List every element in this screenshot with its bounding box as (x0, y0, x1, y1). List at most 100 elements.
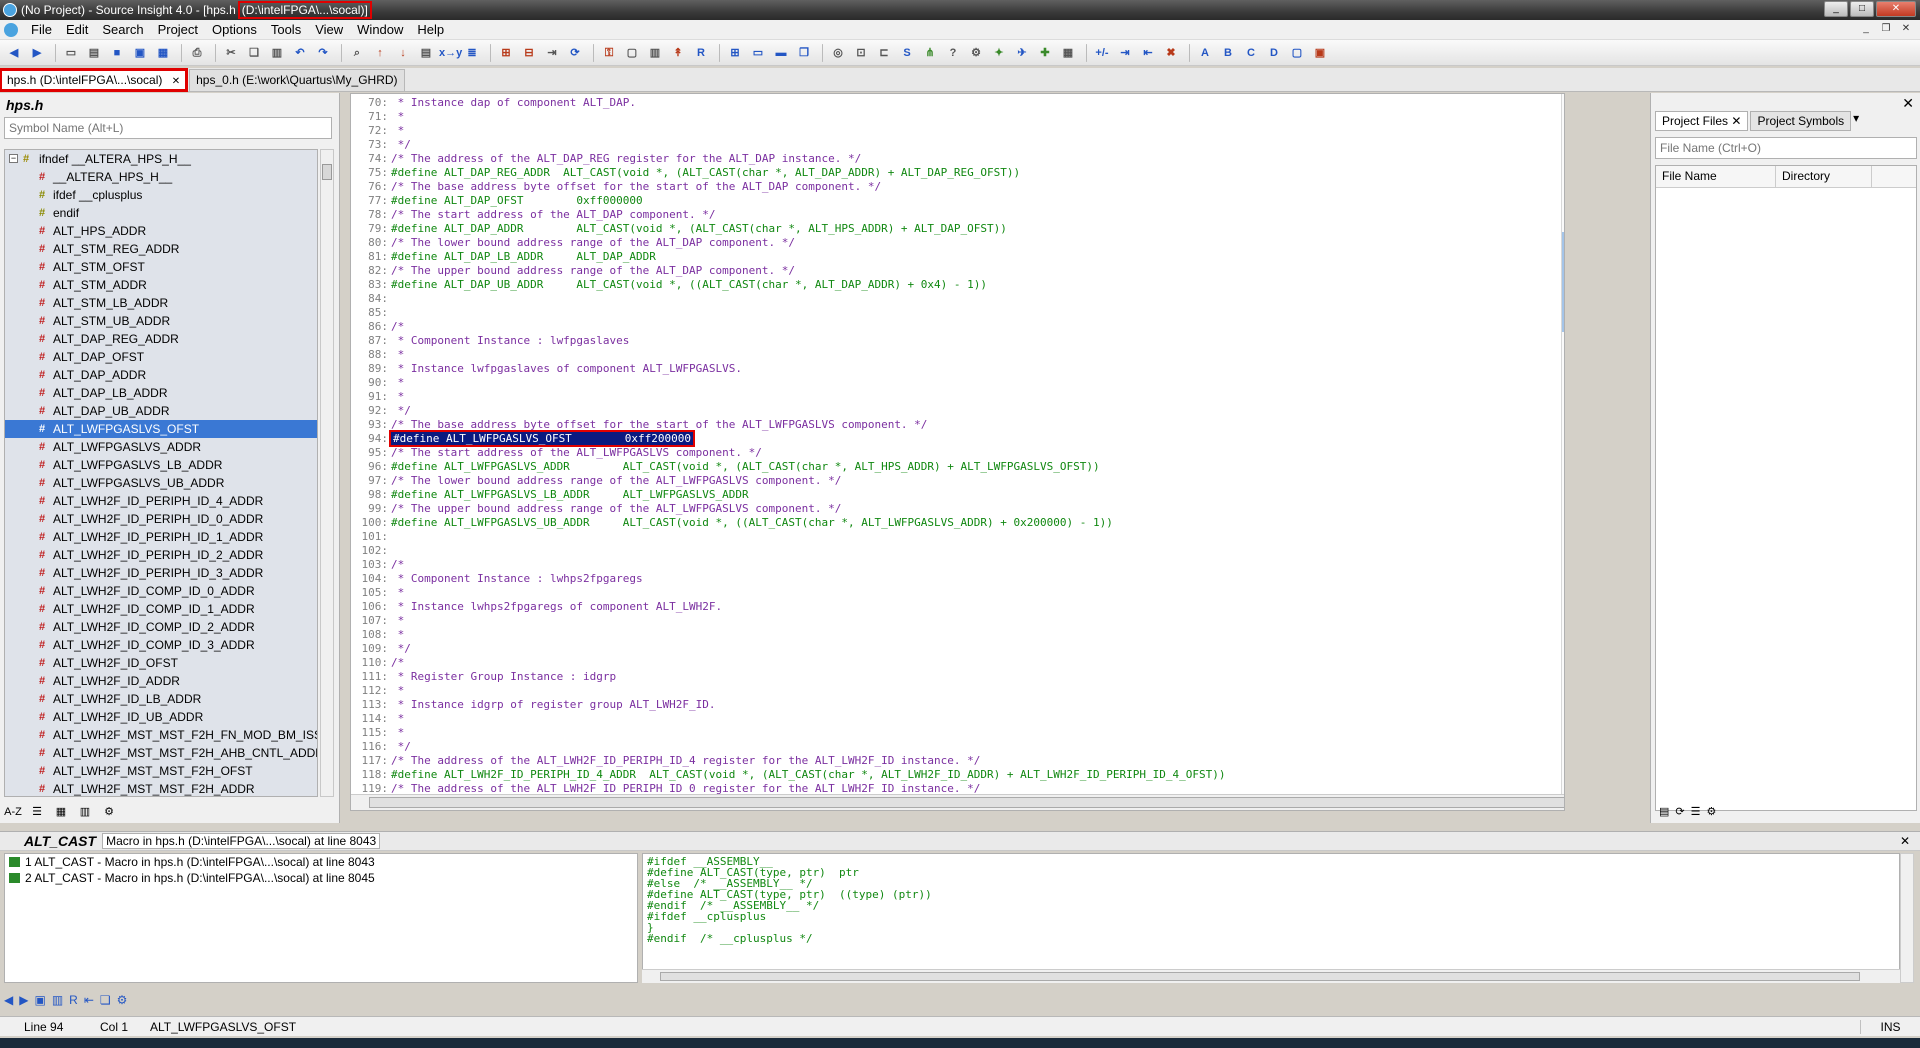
menu-search[interactable]: Search (95, 22, 150, 37)
tree-icon[interactable]: ⋔ (920, 44, 940, 62)
code-line[interactable]: 91: * (351, 390, 404, 404)
back-arrow-icon[interactable]: ◀ (4, 993, 13, 1007)
menu-view[interactable]: View (308, 22, 350, 37)
code-text[interactable]: * Register Group Instance : idgrp (391, 670, 617, 683)
symbol-tree-item[interactable]: # ALT_LWH2F_ID_COMP_ID_1_ADDR (5, 600, 317, 618)
mdi-close-icon[interactable]: ✕ (1898, 22, 1914, 36)
code-line[interactable]: 76:/* The base address byte offset for t… (351, 180, 881, 194)
redo-icon[interactable]: ↷ (313, 44, 333, 62)
options-icon[interactable]: ⚙ (966, 44, 986, 62)
context-code-line[interactable]: #endif /* __cplusplus */ (647, 932, 813, 945)
symbol-tree-item[interactable]: # ALT_STM_UB_ADDR (5, 312, 317, 330)
gear-icon[interactable]: ⚙ (100, 804, 118, 820)
find-next-icon[interactable]: ↓ (393, 44, 413, 62)
symbol-tree-item[interactable]: # ALT_LWH2F_MST_MST_F2H_FN_MOD_BM_ISS_ (5, 726, 317, 744)
system-menu-icon[interactable] (4, 22, 18, 37)
close-tab-icon[interactable]: ✕ (1731, 114, 1741, 128)
jump-icon[interactable]: ⇤ (84, 993, 94, 1007)
paste-icon[interactable]: ▥ (267, 44, 287, 62)
code-text[interactable]: #define ALT_LWFPGASLVS_LB_ADDR ALT_LWFPG… (391, 488, 749, 501)
indent-icon[interactable]: ⇥ (1115, 44, 1135, 62)
symbol-tree-item[interactable]: # ALT_STM_REG_ADDR (5, 240, 317, 258)
code-text[interactable]: #define ALT_LWFPGASLVS_UB_ADDR ALT_CAST(… (391, 516, 1113, 529)
mdi-restore-icon[interactable]: ❐ (1878, 22, 1894, 36)
maximize-button[interactable]: □ (1850, 1, 1874, 17)
code-line[interactable]: 85: (351, 306, 391, 320)
tab-dropdown-icon[interactable]: ▾ (1853, 111, 1859, 131)
mdi-minimize-icon[interactable]: _ (1858, 22, 1874, 36)
outdent-icon[interactable]: ⇤ (1138, 44, 1158, 62)
jump-icon[interactable]: ⇥ (542, 44, 562, 62)
code-line[interactable]: 77: #define ALT_DAP_OFST 0xff000000 (351, 194, 643, 208)
menu-window[interactable]: Window (350, 22, 410, 37)
code-line[interactable]: 88: * (351, 348, 404, 362)
symbol-tree-item[interactable]: # ALT_LWH2F_ID_UB_ADDR (5, 708, 317, 726)
code-text[interactable]: #define ALT_DAP_ADDR ALT_CAST(void *, (A… (391, 222, 1007, 235)
code-text[interactable]: * (391, 712, 405, 725)
forward-arrow-icon[interactable]: ▶ (27, 44, 47, 62)
code-text[interactable]: * Instance lwhps2fpgaregs of component A… (391, 600, 723, 613)
open-folder-icon[interactable]: ▤ (84, 44, 104, 62)
code-text[interactable]: /* (391, 558, 404, 571)
collapse-icon[interactable]: − (9, 154, 18, 163)
symbol-tree-item[interactable]: # ALT_DAP_UB_ADDR (5, 402, 317, 420)
search-files-icon[interactable]: ▤ (416, 44, 436, 62)
symbol-tree-item[interactable]: # ALT_DAP_REG_ADDR (5, 330, 317, 348)
code-text[interactable]: /* (391, 320, 404, 333)
symbol-tree-item[interactable]: # ifdef __cplusplus (5, 186, 317, 204)
symbol-tree-item[interactable]: # ALT_LWH2F_ID_COMP_ID_2_ADDR (5, 618, 317, 636)
activate-relation-icon[interactable]: ⊡ (851, 44, 871, 62)
print-icon[interactable]: ⎙ (187, 44, 207, 62)
code-line[interactable]: 103:/* (351, 558, 405, 572)
symbol-tree-item[interactable]: # ALT_LWH2F_ID_PERIPH_ID_4_ADDR (5, 492, 317, 510)
style-e-icon[interactable]: ▢ (1287, 44, 1307, 62)
code-text[interactable]: /* The base address byte offset for the … (391, 180, 881, 193)
style-c-icon[interactable]: C (1241, 44, 1261, 62)
symbol-tree-item[interactable]: # ALT_LWFPGASLVS_OFST (5, 420, 317, 438)
code-text[interactable]: * Component Instance : lwhps2fpgaregs (391, 572, 643, 585)
open-folder-icon[interactable]: ▤ (1659, 805, 1669, 818)
gear-icon[interactable]: ⚙ (1707, 805, 1717, 818)
context-horizontal-scrollbar[interactable] (642, 969, 1900, 983)
code-line[interactable]: 74:/* The address of the ALT_DAP_REG reg… (351, 152, 861, 166)
symbol-tree-scrollbar[interactable] (320, 149, 334, 797)
minimize-button[interactable]: _ (1824, 1, 1848, 17)
code-text[interactable]: * (391, 586, 405, 599)
code-text[interactable]: /* The base address byte offset for the … (391, 418, 927, 431)
code-line[interactable]: 89: * Instance lwfpgaslaves of component… (351, 362, 742, 376)
symbol-tree-item[interactable]: # ALT_LWH2F_MST_MST_F2H_OFST (5, 762, 317, 780)
symbol-tree-item[interactable]: # ALT_DAP_LB_ADDR (5, 384, 317, 402)
book-icon[interactable]: ▥ (52, 993, 63, 1007)
crosshair-icon[interactable]: ✚ (1035, 44, 1055, 62)
code-text[interactable]: * (391, 124, 405, 137)
code-line[interactable]: 75: #define ALT_DAP_REG_ADDR ALT_CAST(voi… (351, 166, 1020, 180)
symbol-tree-item[interactable]: # ALT_LWFPGASLVS_UB_ADDR (5, 474, 317, 492)
scrollbar-thumb[interactable] (660, 972, 1860, 981)
symbol-tree-item[interactable]: # ALT_DAP_ADDR (5, 366, 317, 384)
symbol-tree-item[interactable]: # ALT_STM_ADDR (5, 276, 317, 294)
tab-hps-0-h[interactable]: hps_0.h (E:\work\Quartus\My_GHRD) (189, 69, 405, 91)
code-text[interactable]: /* The address of the ALT_LWH2F_ID_PERIP… (391, 754, 980, 767)
gear-icon[interactable]: ⚙ (117, 993, 128, 1007)
list-view-icon[interactable]: ☰ (28, 804, 46, 820)
code-line[interactable]: 72: * (351, 124, 404, 138)
symbol-tree-item[interactable]: # ALT_LWH2F_ID_PERIPH_ID_0_ADDR (5, 510, 317, 528)
call-graph-icon[interactable]: ↟ (668, 44, 688, 62)
code-line[interactable]: 114: * (351, 712, 405, 726)
code-text[interactable]: * Instance lwfpgaslaves of component ALT… (391, 362, 742, 375)
code-line[interactable]: 115: * (351, 726, 405, 740)
code-line[interactable]: 83: #define ALT_DAP_UB_ADDR ALT_CAST(void… (351, 278, 987, 292)
code-line[interactable]: 86:/* (351, 320, 404, 334)
references-icon[interactable]: R (69, 993, 78, 1007)
symbol-tree-root[interactable]: − # ifndef __ALTERA_HPS_H__ (5, 150, 317, 168)
code-line[interactable]: 78:/* The start address of the ALT_DAP c… (351, 208, 715, 222)
symbol-tree-item[interactable]: # ALT_LWH2F_ID_PERIPH_ID_3_ADDR (5, 564, 317, 582)
code-text[interactable]: /* The address of the ALT_LWH2F_ID_PERIP… (391, 810, 980, 811)
editor-horizontal-scrollbar[interactable] (351, 794, 1564, 810)
code-line[interactable]: 100: #define ALT_LWFPGASLVS_UB_ADDR ALT_C… (351, 516, 1113, 530)
symbol-tree-item[interactable]: # ALT_LWH2F_ID_COMP_ID_0_ADDR (5, 582, 317, 600)
file-name-search-input[interactable] (1655, 137, 1917, 159)
context-code-preview[interactable]: #ifdef __ASSEMBLY__ #define ALT_CAST(type… (642, 853, 1900, 983)
context-code-line[interactable]: #ifdef __cplusplus (647, 910, 766, 923)
code-text[interactable]: #define ALT_DAP_LB_ADDR ALT_DAP_ADDR (391, 250, 656, 263)
